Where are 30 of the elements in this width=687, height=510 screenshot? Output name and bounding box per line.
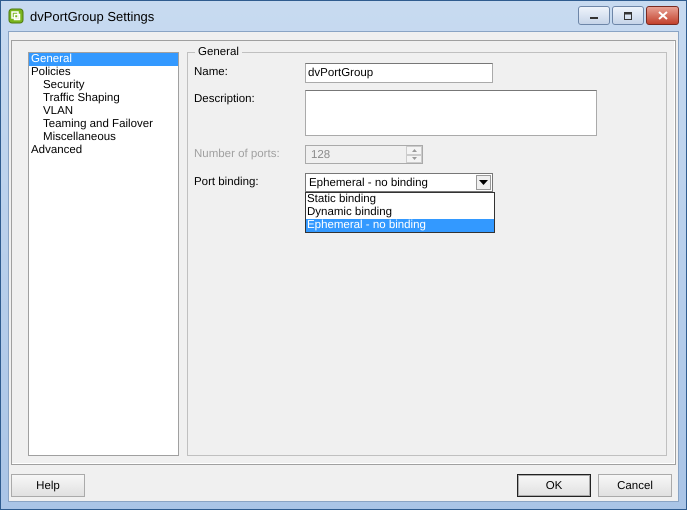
port-binding-dropdown[interactable]: Ephemeral - no binding [305,173,493,192]
dropdown-option[interactable]: Static binding [306,193,494,206]
tree-item[interactable]: VLAN [29,105,178,118]
tree-item[interactable]: Policies [29,66,178,79]
maximize-icon [623,12,633,20]
close-icon [658,11,668,20]
maximize-button[interactable] [612,6,644,25]
up-arrow-icon [412,148,416,152]
tree-item[interactable]: Miscellaneous [29,131,178,144]
tree-item[interactable]: Teaming and Failover [29,118,178,131]
tree-item[interactable]: Traffic Shaping [29,92,178,105]
tree-item[interactable]: Advanced [29,144,178,157]
dialog-button[interactable]: Cancel [598,474,672,497]
window-title: dvPortGroup Settings [30,8,154,24]
tree-item[interactable]: Security [29,79,178,92]
dropdown-option[interactable]: Dynamic binding [306,206,494,219]
dialog-button[interactable]: Help [11,474,85,497]
dialog-button[interactable]: OK [517,474,591,497]
close-button[interactable] [646,6,679,25]
field-label: Port binding: [194,175,260,190]
app-icon [8,8,24,24]
field-label: Description: [194,92,256,107]
field-label: Number of ports: [194,147,281,162]
dropdown-arrow-icon [479,180,488,185]
name-field[interactable]: dvPortGroup [305,63,493,83]
group-title: General [195,46,242,58]
description-field[interactable] [305,90,597,136]
down-arrow-icon [412,157,416,160]
minimize-button[interactable] [578,6,610,25]
field-label: Name: [194,65,229,80]
